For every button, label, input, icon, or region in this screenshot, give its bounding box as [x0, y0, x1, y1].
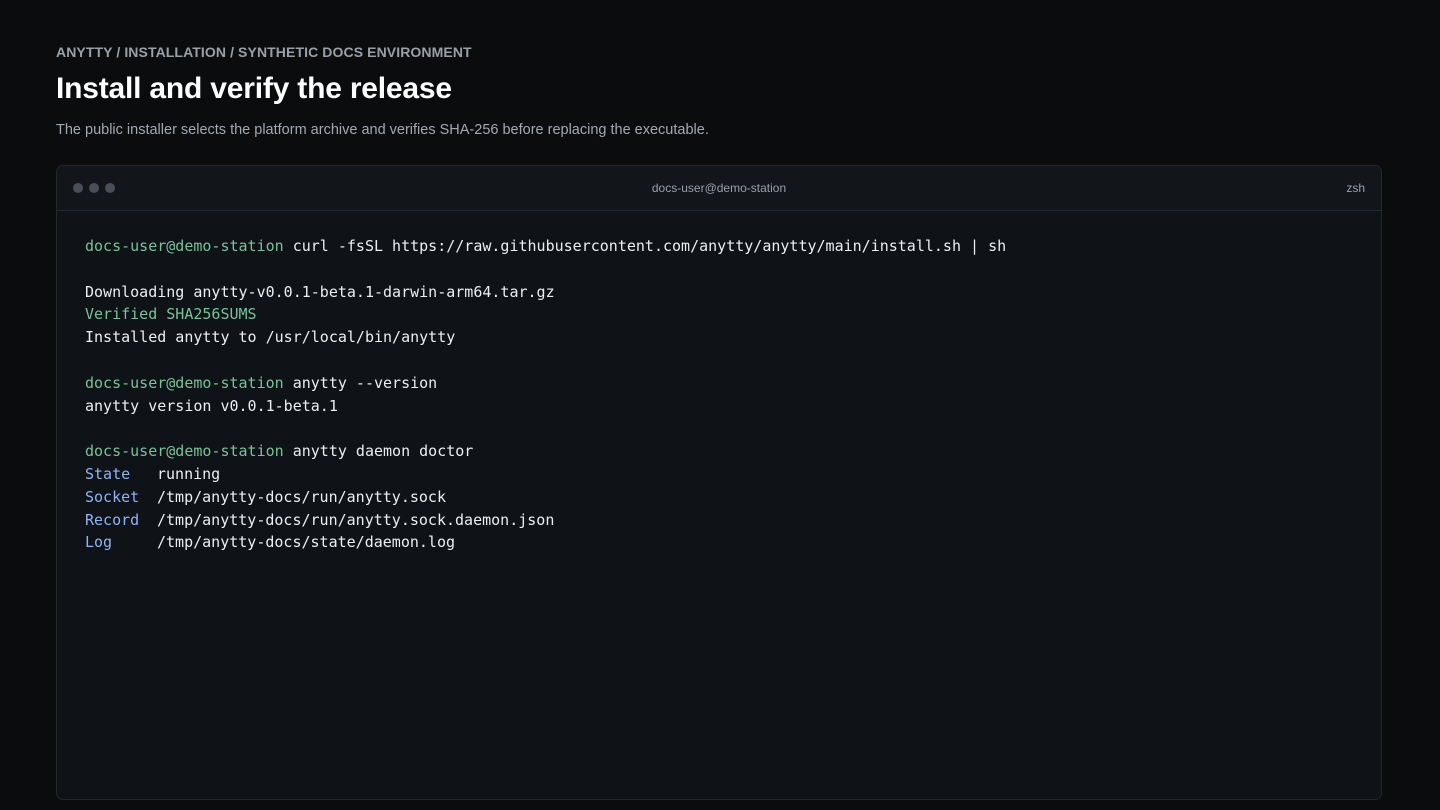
doctor-value: /tmp/anytty-docs/run/anytty.sock [157, 487, 446, 506]
page-subtitle: The public installer selects the platfor… [56, 122, 709, 138]
doctor-value: /tmp/anytty-docs/state/daemon.log [157, 533, 456, 552]
doctor-value: running [157, 464, 221, 483]
doctor-row: State running [85, 463, 1353, 486]
output-line: Downloading anytty-v0.0.1-beta.1-darwin-… [85, 282, 555, 301]
output-line: Installed anytty to /usr/local/bin/anytt… [85, 328, 456, 347]
doctor-key: Record [85, 510, 140, 529]
breadcrumb: ANYTTY / INSTALLATION / SYNTHETIC DOCS E… [56, 44, 472, 60]
command-line: docs-user@demo-station anytty daemon doc… [85, 440, 1353, 463]
output-line-success: Verified SHA256SUMS [85, 305, 257, 324]
output-line: anytty version v0.0.1-beta.1 [85, 396, 338, 415]
terminal-title: docs-user@demo-station [651, 181, 787, 195]
shell-prompt: docs-user@demo-station [85, 442, 284, 461]
terminal-window[interactable]: docs-user@demo-station zsh docs-user@dem… [56, 165, 1382, 800]
command-text: anytty daemon doctor [292, 442, 474, 461]
doctor-key: Log [85, 533, 113, 552]
doctor-key: State [85, 464, 131, 483]
command-text: anytty --version [292, 373, 438, 392]
doctor-row: Socket/tmp/anytty-docs/run/anytty.sock [85, 486, 1353, 509]
command-line: docs-user@demo-station curl -fsSL https:… [85, 235, 1353, 258]
command-line: docs-user@demo-station anytty --version [85, 372, 1353, 395]
doctor-row: Record/tmp/anytty-docs/run/anytty.sock.d… [85, 509, 1353, 532]
terminal-shell-label: zsh [1346, 181, 1365, 195]
terminal-titlebar: docs-user@demo-station zsh [57, 166, 1381, 211]
doctor-value: /tmp/anytty-docs/run/anytty.sock.daemon.… [157, 510, 555, 529]
doctor-row: Log/tmp/anytty-docs/state/daemon.log [85, 531, 1353, 554]
command-text: curl -fsSL https://raw.githubusercontent… [292, 237, 1007, 255]
page-title: Install and verify the release [56, 72, 452, 105]
shell-prompt: docs-user@demo-station [85, 373, 284, 392]
terminal-output[interactable]: docs-user@demo-station curl -fsSL https:… [57, 211, 1381, 578]
doctor-key: Socket [85, 487, 140, 506]
shell-prompt: docs-user@demo-station [85, 237, 284, 255]
